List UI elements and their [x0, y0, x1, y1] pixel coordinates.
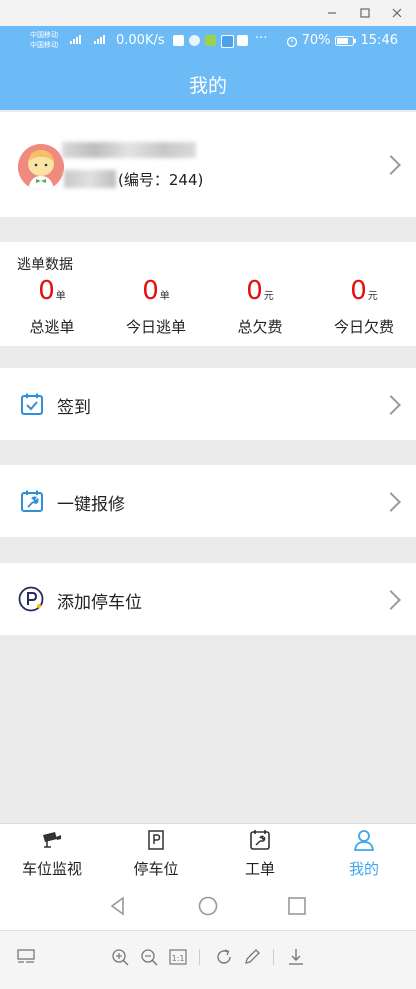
bottom-nav: 车位监视 停车位 工单 我的: [0, 823, 416, 884]
window-chrome: [0, 0, 416, 27]
page-title: 我的: [188, 75, 227, 97]
parking-p-icon: [18, 586, 44, 612]
recents-icon[interactable]: [287, 896, 307, 916]
stats-card: 逃单数据 0单 总逃单 0单 今日逃单 0元 总欠费 0元 今日欠费: [0, 242, 416, 346]
user-name-redacted: [62, 142, 196, 158]
tab-mine[interactable]: 我的: [312, 824, 416, 884]
stat-label: 今日欠费: [333, 318, 394, 336]
signal-icon: [92, 34, 112, 44]
stat-label: 总逃单: [29, 318, 75, 336]
tab-label: 我的: [348, 860, 379, 878]
repair-wrench-icon: [21, 490, 43, 512]
parking-sign-icon: [148, 830, 164, 850]
stat-label: 今日逃单: [125, 318, 186, 336]
rotate-icon[interactable]: [214, 947, 234, 967]
more-notifications: ···: [255, 31, 268, 46]
toolbar-divider: [199, 949, 200, 965]
tab-parking-monitor[interactable]: 车位监视: [0, 824, 104, 884]
menu-label: 签到: [57, 398, 91, 418]
calendar-check-icon: [21, 393, 43, 415]
work-order-icon: [250, 830, 270, 850]
menu-label: 一键报修: [57, 495, 125, 515]
menu-item-add-parking[interactable]: 添加停车位: [0, 563, 416, 635]
signal-icon: [68, 34, 88, 44]
avatar: [18, 144, 64, 190]
user-icon: [353, 830, 375, 851]
stat-unit: 元: [367, 291, 378, 302]
play-app-icon: [205, 35, 216, 46]
download-icon[interactable]: [286, 947, 306, 967]
layout-icon[interactable]: [16, 947, 36, 967]
app-header: 我的: [0, 56, 416, 110]
viewer-toolbar: 1:1: [0, 930, 416, 989]
stat-unit: 单: [159, 291, 170, 302]
tab-label: 停车位: [133, 860, 179, 878]
stat-today-arrears: 0元 今日欠费: [312, 276, 416, 337]
stat-value: 0: [350, 276, 367, 306]
stat-value: 0: [246, 276, 263, 306]
stat-total-arrears: 0元 总欠费: [208, 276, 312, 337]
maximize-icon[interactable]: [356, 4, 374, 22]
carrier-2: 中国移动: [30, 41, 58, 49]
net-speed: 0.00K/s: [116, 33, 165, 48]
svg-text:1:1: 1:1: [172, 954, 185, 963]
chevron-right-icon: [381, 395, 401, 415]
tab-label: 工单: [244, 860, 275, 878]
chevron-right-icon: [381, 590, 401, 610]
user-redacted: [64, 170, 116, 188]
carrier-1: 中国移动: [30, 31, 58, 39]
battery-icon: [334, 35, 356, 46]
cloud-app-icon: [189, 35, 200, 46]
stat-value: 0: [142, 276, 159, 306]
browser-app-icon: [221, 35, 234, 48]
stat-total-evasion: 0单 总逃单: [0, 276, 104, 337]
stat-value: 0: [38, 276, 55, 306]
menu-item-repair[interactable]: 一键报修: [0, 465, 416, 537]
tab-label: 车位监视: [21, 860, 82, 878]
system-nav-bar: [0, 884, 416, 930]
actual-size-icon[interactable]: 1:1: [168, 947, 188, 967]
user-id: (编号：244): [118, 171, 204, 189]
status-right: 70% 15:46: [286, 33, 398, 48]
zoom-in-icon[interactable]: [110, 947, 130, 967]
zoom-out-icon[interactable]: [139, 947, 159, 967]
stat-unit: 元: [263, 291, 274, 302]
back-icon[interactable]: [108, 896, 128, 916]
stat-today-evasion: 0单 今日逃单: [104, 276, 208, 337]
clock-time: 15:46: [360, 33, 398, 48]
stats-title: 逃单数据: [17, 257, 73, 273]
shield-app-icon: [173, 35, 184, 46]
send-app-icon: [237, 35, 248, 46]
tab-work-orders[interactable]: 工单: [208, 824, 312, 884]
pencil-icon[interactable]: [242, 947, 262, 967]
chevron-right-icon: [381, 492, 401, 512]
carrier-info: 中国移动 中国移动: [30, 30, 58, 50]
chevron-right-icon: [381, 155, 401, 175]
menu-label: 添加停车位: [57, 593, 142, 613]
tab-parking-spaces[interactable]: 停车位: [104, 824, 208, 884]
toolbar-divider: [273, 949, 274, 965]
stat-unit: 单: [55, 291, 66, 302]
alarm-icon: [286, 36, 297, 47]
battery-percent: 70%: [301, 33, 331, 48]
stat-label: 总欠费: [237, 318, 283, 336]
minimize-icon[interactable]: [323, 4, 341, 22]
profile-card[interactable]: (编号：244): [0, 112, 416, 217]
menu-item-sign-in[interactable]: 签到: [0, 368, 416, 440]
home-icon[interactable]: [198, 896, 218, 916]
status-bar: 中国移动 中国移动 0.00K/s ··· 70% 15:46: [0, 26, 416, 56]
camera-icon: [43, 832, 61, 848]
close-icon[interactable]: [388, 4, 406, 22]
